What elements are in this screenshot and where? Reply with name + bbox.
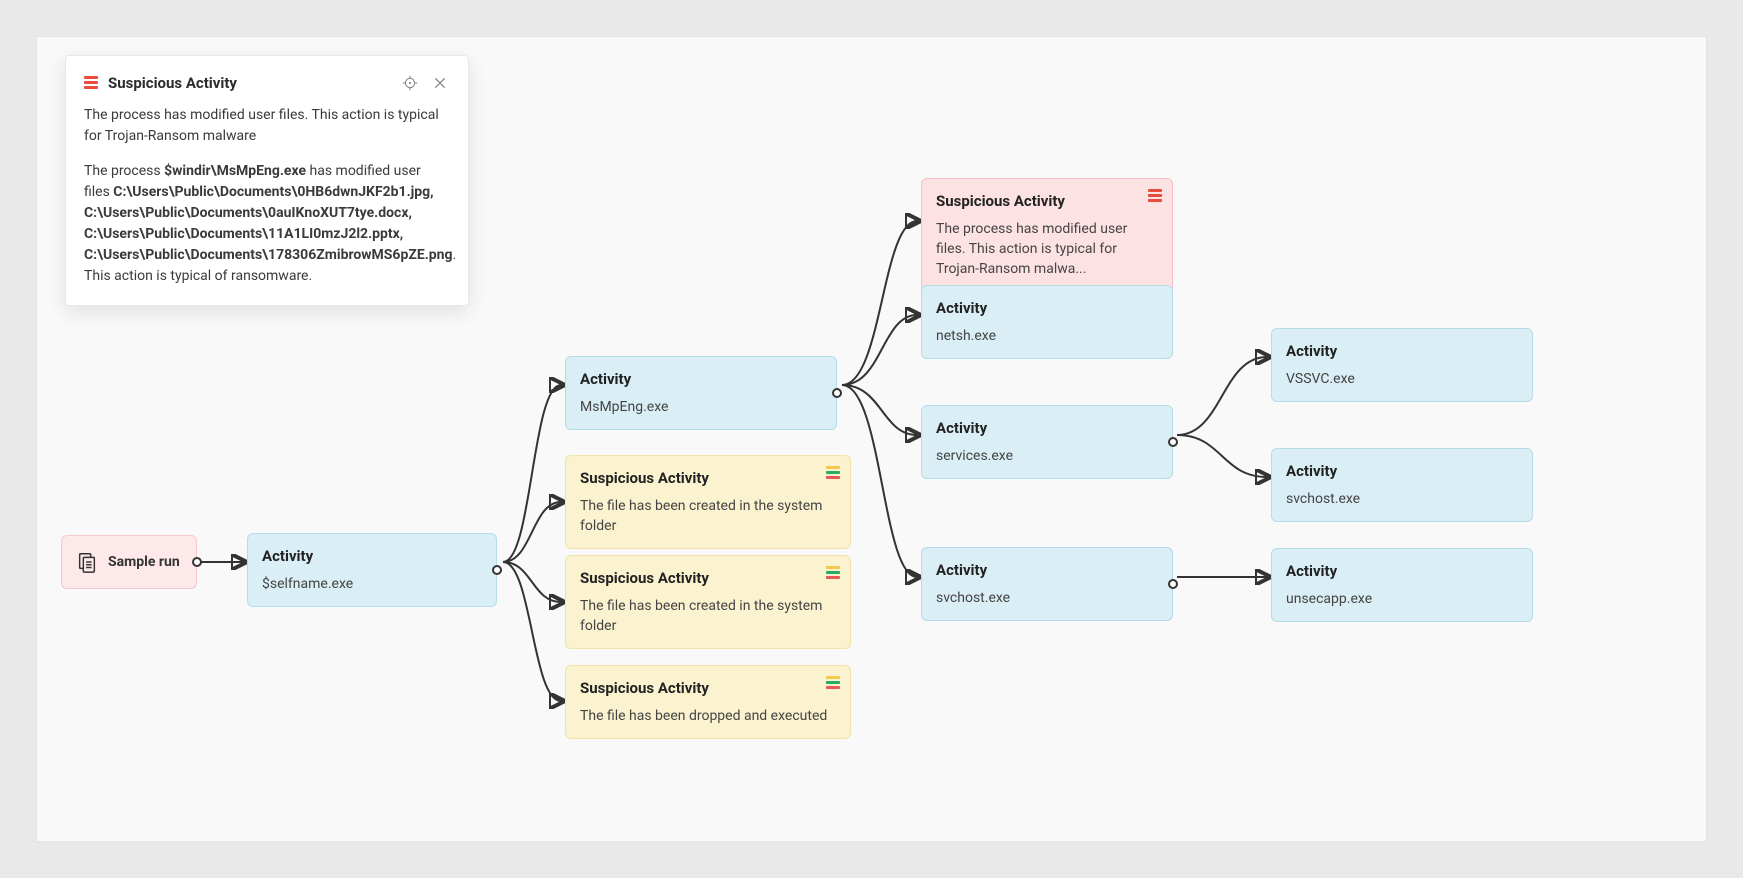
severity-bars-icon xyxy=(826,466,840,481)
node-title: Activity xyxy=(580,369,822,391)
severity-bars-icon xyxy=(826,676,840,691)
out-plug[interactable] xyxy=(1168,437,1178,447)
node-sample-run[interactable]: Sample run xyxy=(61,535,197,589)
detail-panel: Suspicious Activity xyxy=(65,55,469,306)
node-activity-unsecapp[interactable]: Activity unsecapp.exe xyxy=(1271,548,1533,622)
node-activity-netsh[interactable]: Activity netsh.exe xyxy=(921,285,1173,359)
node-activity-vssvc[interactable]: Activity VSSVC.exe xyxy=(1271,328,1533,402)
node-title: Activity xyxy=(1286,561,1518,583)
node-activity-svchost[interactable]: Activity svchost.exe xyxy=(921,547,1173,621)
node-suspicious-created-1[interactable]: Suspicious Activity The file has been cr… xyxy=(565,455,851,549)
diagram-surface[interactable]: Sample run Activity $selfname.exe Activi… xyxy=(36,36,1707,842)
locate-button[interactable] xyxy=(400,73,420,93)
severity-bars-icon xyxy=(826,566,840,581)
out-plug[interactable] xyxy=(192,557,202,567)
close-button[interactable] xyxy=(430,73,450,93)
node-sub: svchost.exe xyxy=(936,588,1158,608)
target-icon xyxy=(402,75,418,91)
node-suspicious-modified-files[interactable]: Suspicious Activity The process has modi… xyxy=(921,178,1173,293)
node-title: Activity xyxy=(1286,341,1518,363)
sample-file-icon xyxy=(76,551,98,573)
panel-detail-text: The process $windir\MsMpEng.exe has modi… xyxy=(84,161,450,287)
node-title: Suspicious Activity xyxy=(580,678,836,700)
node-sub: $selfname.exe xyxy=(262,574,482,594)
node-sub: MsMpEng.exe xyxy=(580,397,822,417)
node-activity-services[interactable]: Activity services.exe xyxy=(921,405,1173,479)
node-title: Activity xyxy=(1286,461,1518,483)
node-sub: VSSVC.exe xyxy=(1286,369,1518,389)
node-suspicious-created-2[interactable]: Suspicious Activity The file has been cr… xyxy=(565,555,851,649)
severity-bars-icon xyxy=(84,76,98,91)
node-activity-svchost-2[interactable]: Activity svchost.exe xyxy=(1271,448,1533,522)
node-title: Activity xyxy=(936,298,1158,320)
node-suspicious-dropped[interactable]: Suspicious Activity The file has been dr… xyxy=(565,665,851,739)
close-icon xyxy=(432,75,448,91)
node-activity-msmpeng[interactable]: Activity MsMpEng.exe xyxy=(565,356,837,430)
out-plug[interactable] xyxy=(492,565,502,575)
node-title: Suspicious Activity xyxy=(936,191,1158,213)
node-activity-selfname[interactable]: Activity $selfname.exe xyxy=(247,533,497,607)
node-sample-run-label: Sample run xyxy=(108,552,180,572)
node-sub: services.exe xyxy=(936,446,1158,466)
node-sub: svchost.exe xyxy=(1286,489,1518,509)
node-sub: The process has modified user files. Thi… xyxy=(936,219,1158,280)
out-plug[interactable] xyxy=(1168,579,1178,589)
panel-description: The process has modified user files. Thi… xyxy=(84,105,450,147)
severity-bars-icon xyxy=(1148,189,1162,204)
node-title: Suspicious Activity xyxy=(580,568,836,590)
node-sub: The file has been created in the system … xyxy=(580,496,836,537)
panel-title: Suspicious Activity xyxy=(108,72,390,95)
node-sub: The file has been created in the system … xyxy=(580,596,836,637)
node-title: Suspicious Activity xyxy=(580,468,836,490)
node-title: Activity xyxy=(262,546,482,568)
node-sub: unsecapp.exe xyxy=(1286,589,1518,609)
out-plug[interactable] xyxy=(832,388,842,398)
node-sub: netsh.exe xyxy=(936,326,1158,346)
node-sub: The file has been dropped and executed xyxy=(580,706,836,726)
node-title: Activity xyxy=(936,418,1158,440)
node-title: Activity xyxy=(936,560,1158,582)
